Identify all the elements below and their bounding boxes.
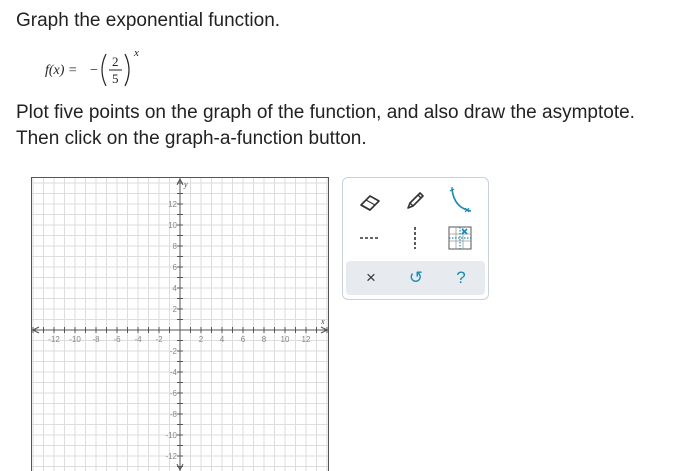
x-tick-label: 2 [199,335,204,344]
help-icon: ? [456,268,466,287]
x-tick-label: 8 [262,335,267,344]
graph-panel[interactable]: -12 -10 -8 -6 -4 -2 2 4 6 8 10 12 12 10 8 6 4 2 -2 -4 -6 -8 -1… [31,177,329,471]
fraction-denominator: 5 [112,71,119,86]
y-tick-label: 6 [173,263,178,272]
function-lhs: f(x) = [45,63,77,78]
graph-function-icon [448,226,472,250]
function-formula: f(x) = − 2 5 x [45,47,139,87]
y-tick-label: 8 [173,242,178,251]
question-title: Graph the exponential function. [16,10,281,31]
x-tick-label: -2 [155,335,163,344]
curve-tool-button[interactable] [443,186,477,216]
y-tick-label: 4 [173,284,178,293]
x-tick-label: -6 [113,335,121,344]
left-paren [101,53,107,87]
x-tick-label: 4 [220,335,225,344]
y-tick-label: -10 [165,431,177,440]
y-axis-label: y [183,180,188,189]
right-paren [124,53,130,87]
eraser-tool-button[interactable] [353,186,387,216]
instruction-line-1: Plot five points on the graph of the fun… [16,102,635,123]
close-icon: × [366,268,376,287]
exponential-curve-icon [449,187,472,213]
horizontal-dashed-line-icon [360,237,380,239]
y-tick-label: -4 [170,368,178,377]
graph-function-tool-button[interactable] [443,223,477,253]
undo-icon: ↺ [408,268,424,287]
x-tick-label: 6 [241,335,246,344]
help-button[interactable]: ? [441,261,481,295]
x-tick-label: -10 [69,335,81,344]
y-tick-label: -12 [165,452,177,461]
x-tick-label: -4 [134,335,142,344]
eraser-icon [360,195,380,211]
vertical-dashed-line-icon [414,227,416,249]
vertical-asymptote-tool-button[interactable] [398,223,432,253]
function-sign: − [90,63,98,78]
clear-button[interactable]: × [351,261,391,295]
x-axis-label: x [320,317,325,326]
fraction-numerator: 2 [112,54,119,69]
pencil-tool-button[interactable] [398,186,432,216]
exponent: x [133,47,139,59]
y-tick-label: -2 [170,347,178,356]
y-tick-label: 2 [173,305,178,314]
graph-toolbar: × ↺ ? [342,177,489,300]
x-tick-label: 12 [302,335,311,344]
instructions: Plot five points on the graph of the fun… [16,100,635,152]
x-tick-label: -12 [48,335,60,344]
undo-button[interactable]: ↺ [396,261,436,295]
y-tick-label: 10 [168,221,177,230]
y-tick-label: -6 [170,389,178,398]
instruction-line-2: Then click on the graph-a-function butto… [16,128,367,149]
x-tick-label: 10 [281,335,290,344]
horizontal-asymptote-tool-button[interactable] [353,223,387,253]
pencil-icon [407,192,424,209]
coordinate-grid[interactable]: -12 -10 -8 -6 -4 -2 2 4 6 8 10 12 12 10 8 6 4 2 -2 -4 -6 -8 -1… [32,178,328,471]
y-tick-label: -8 [170,410,178,419]
x-tick-label: -8 [92,335,100,344]
toolbar-actions: × ↺ ? [346,261,485,295]
y-tick-label: 12 [168,200,177,209]
